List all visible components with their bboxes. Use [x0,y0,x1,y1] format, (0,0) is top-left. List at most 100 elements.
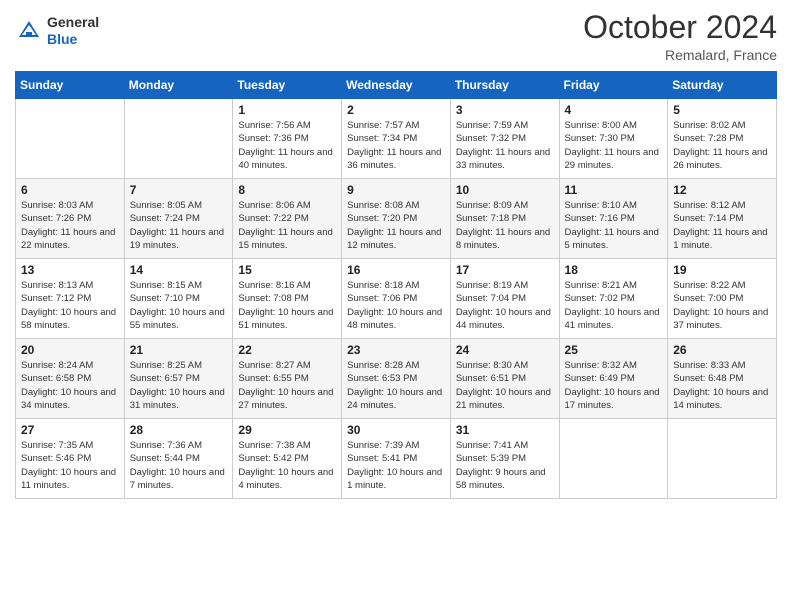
day-info: Sunrise: 8:21 AMSunset: 7:02 PMDaylight:… [565,279,663,332]
logo-blue-text: Blue [47,31,77,47]
calendar-page: General Blue October 2024 Remalard, Fran… [0,0,792,612]
calendar-cell: 20 Sunrise: 8:24 AMSunset: 6:58 PMDayligh… [16,339,125,419]
day-info: Sunrise: 8:19 AMSunset: 7:04 PMDaylight:… [456,279,554,332]
weekday-header-thursday: Thursday [450,72,559,99]
day-number: 5 [673,103,771,117]
day-info: Sunrise: 7:56 AMSunset: 7:36 PMDaylight:… [238,119,336,172]
calendar-cell: 6Sunrise: 8:03 AMSunset: 7:26 PMDaylight… [16,179,125,259]
calendar-cell: 26 Sunrise: 8:33 AMSunset: 6:48 PMDayligh… [668,339,777,419]
day-number: 8 [238,183,336,197]
day-info: Sunrise: 8:24 AMSunset: 6:58 PMDaylight:… [21,359,119,412]
day-info: Sunrise: 8:33 AMSunset: 6:48 PMDaylight:… [673,359,771,412]
calendar-cell: 18 Sunrise: 8:21 AMSunset: 7:02 PMDayligh… [559,259,668,339]
calendar-cell: 30Sunrise: 7:39 AMSunset: 5:41 PMDayligh… [342,419,451,499]
week-row-5: 27Sunrise: 7:35 AMSunset: 5:46 PMDayligh… [16,419,777,499]
day-number: 4 [565,103,663,117]
day-info: Sunrise: 7:35 AMSunset: 5:46 PMDaylight:… [21,439,119,492]
weekday-header-row: SundayMondayTuesdayWednesdayThursdayFrid… [16,72,777,99]
calendar-cell: 1 Sunrise: 7:56 AMSunset: 7:36 PMDaylight… [233,99,342,179]
day-info: Sunrise: 8:18 AMSunset: 7:06 PMDaylight:… [347,279,445,332]
day-info: Sunrise: 8:10 AMSunset: 7:16 PMDaylight:… [565,199,663,252]
weekday-header-friday: Friday [559,72,668,99]
calendar-cell: 31 Sunrise: 7:41 AMSunset: 5:39 PMDayligh… [450,419,559,499]
calendar-cell: 8 Sunrise: 8:06 AMSunset: 7:22 PMDaylight… [233,179,342,259]
day-info: Sunrise: 8:02 AMSunset: 7:28 PMDaylight:… [673,119,771,172]
day-number: 22 [238,343,336,357]
day-number: 7 [130,183,228,197]
calendar-cell: 5 Sunrise: 8:02 AMSunset: 7:28 PMDaylight… [668,99,777,179]
day-number: 9 [347,183,445,197]
day-info: Sunrise: 8:22 AMSunset: 7:00 PMDaylight:… [673,279,771,332]
day-number: 14 [130,263,228,277]
title-block: October 2024 Remalard, France [583,10,777,63]
day-number: 29 [238,423,336,437]
calendar-cell: 16Sunrise: 8:18 AMSunset: 7:06 PMDayligh… [342,259,451,339]
calendar-cell: 9 Sunrise: 8:08 AMSunset: 7:20 PMDaylight… [342,179,451,259]
day-info: Sunrise: 8:00 AMSunset: 7:30 PMDaylight:… [565,119,663,172]
day-info: Sunrise: 8:06 AMSunset: 7:22 PMDaylight:… [238,199,336,252]
day-number: 23 [347,343,445,357]
day-number: 19 [673,263,771,277]
week-row-4: 20 Sunrise: 8:24 AMSunset: 6:58 PMDayligh… [16,339,777,419]
day-number: 15 [238,263,336,277]
day-info: Sunrise: 7:59 AMSunset: 7:32 PMDaylight:… [456,119,554,172]
day-number: 18 [565,263,663,277]
calendar-cell: 3Sunrise: 7:59 AMSunset: 7:32 PMDaylight… [450,99,559,179]
calendar-cell: 24 Sunrise: 8:30 AMSunset: 6:51 PMDayligh… [450,339,559,419]
day-number: 21 [130,343,228,357]
calendar-cell: 22Sunrise: 8:27 AMSunset: 6:55 PMDayligh… [233,339,342,419]
calendar-cell: 15 Sunrise: 8:16 AMSunset: 7:08 PMDayligh… [233,259,342,339]
day-info: Sunrise: 8:16 AMSunset: 7:08 PMDaylight:… [238,279,336,332]
calendar-cell: 17 Sunrise: 8:19 AMSunset: 7:04 PMDayligh… [450,259,559,339]
day-number: 31 [456,423,554,437]
calendar-cell [668,419,777,499]
day-info: Sunrise: 7:36 AMSunset: 5:44 PMDaylight:… [130,439,228,492]
calendar-cell [16,99,125,179]
day-number: 26 [673,343,771,357]
day-info: Sunrise: 8:30 AMSunset: 6:51 PMDaylight:… [456,359,554,412]
week-row-3: 13 Sunrise: 8:13 AMSunset: 7:12 PMDayligh… [16,259,777,339]
day-info: Sunrise: 8:08 AMSunset: 7:20 PMDaylight:… [347,199,445,252]
day-number: 25 [565,343,663,357]
day-info: Sunrise: 8:15 AMSunset: 7:10 PMDaylight:… [130,279,228,332]
calendar-table: SundayMondayTuesdayWednesdayThursdayFrid… [15,71,777,499]
calendar-cell: 29 Sunrise: 7:38 AMSunset: 5:42 PMDayligh… [233,419,342,499]
calendar-cell: 2Sunrise: 7:57 AMSunset: 7:34 PMDaylight… [342,99,451,179]
calendar-cell: 25 Sunrise: 8:32 AMSunset: 6:49 PMDayligh… [559,339,668,419]
calendar-cell: 10 Sunrise: 8:09 AMSunset: 7:18 PMDayligh… [450,179,559,259]
day-info: Sunrise: 8:05 AMSunset: 7:24 PMDaylight:… [130,199,228,252]
calendar-cell: 19 Sunrise: 8:22 AMSunset: 7:00 PMDayligh… [668,259,777,339]
week-row-1: 1 Sunrise: 7:56 AMSunset: 7:36 PMDaylight… [16,99,777,179]
day-info: Sunrise: 8:13 AMSunset: 7:12 PMDaylight:… [21,279,119,332]
day-info: Sunrise: 7:39 AMSunset: 5:41 PMDaylight:… [347,439,445,492]
calendar-cell [124,99,233,179]
calendar-cell [559,419,668,499]
calendar-cell: 14 Sunrise: 8:15 AMSunset: 7:10 PMDayligh… [124,259,233,339]
day-number: 24 [456,343,554,357]
header: General Blue October 2024 Remalard, Fran… [15,10,777,63]
weekday-header-tuesday: Tuesday [233,72,342,99]
logo-general-text: General [47,14,99,30]
calendar-cell: 23Sunrise: 8:28 AMSunset: 6:53 PMDayligh… [342,339,451,419]
day-number: 20 [21,343,119,357]
day-info: Sunrise: 7:41 AMSunset: 5:39 PMDaylight:… [456,439,554,492]
day-number: 1 [238,103,336,117]
calendar-cell: 27Sunrise: 7:35 AMSunset: 5:46 PMDayligh… [16,419,125,499]
day-number: 2 [347,103,445,117]
calendar-cell: 4 Sunrise: 8:00 AMSunset: 7:30 PMDaylight… [559,99,668,179]
weekday-header-sunday: Sunday [16,72,125,99]
day-info: Sunrise: 8:03 AMSunset: 7:26 PMDaylight:… [21,199,119,252]
day-number: 13 [21,263,119,277]
week-row-2: 6Sunrise: 8:03 AMSunset: 7:26 PMDaylight… [16,179,777,259]
day-number: 11 [565,183,663,197]
day-info: Sunrise: 8:25 AMSunset: 6:57 PMDaylight:… [130,359,228,412]
day-info: Sunrise: 8:09 AMSunset: 7:18 PMDaylight:… [456,199,554,252]
calendar-cell: 13 Sunrise: 8:13 AMSunset: 7:12 PMDayligh… [16,259,125,339]
calendar-cell: 12Sunrise: 8:12 AMSunset: 7:14 PMDayligh… [668,179,777,259]
calendar-cell: 11 Sunrise: 8:10 AMSunset: 7:16 PMDayligh… [559,179,668,259]
day-number: 10 [456,183,554,197]
day-info: Sunrise: 8:32 AMSunset: 6:49 PMDaylight:… [565,359,663,412]
day-info: Sunrise: 7:38 AMSunset: 5:42 PMDaylight:… [238,439,336,492]
day-number: 17 [456,263,554,277]
calendar-cell: 7 Sunrise: 8:05 AMSunset: 7:24 PMDaylight… [124,179,233,259]
